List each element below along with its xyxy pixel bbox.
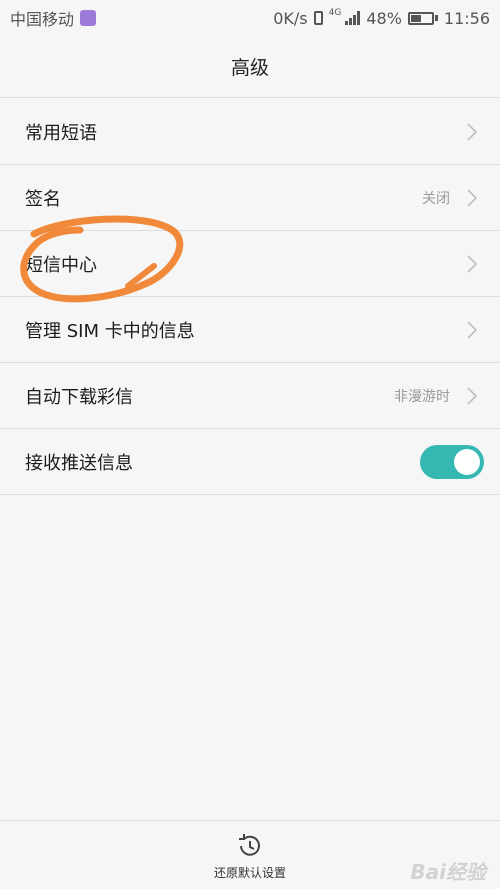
setting-label: 常用短语 [25,122,97,144]
setting-auto-download-mms[interactable]: 自动下载彩信 非漫游时 [0,363,500,429]
setting-label: 签名 [25,188,61,210]
restore-defaults-label: 还原默认设置 [213,866,286,880]
setting-value: 关闭 [422,190,450,207]
setting-label: 自动下载彩信 [25,386,133,408]
vibrate-icon [313,11,323,25]
clock: 11:56 [443,8,490,28]
chevron-right-icon [467,254,478,273]
chevron-right-icon [467,386,478,405]
chevron-right-icon [467,188,478,207]
battery-percent: 48% [366,8,402,28]
setting-signature[interactable]: 签名 关闭 [0,165,500,231]
setting-label: 管理 SIM 卡中的信息 [25,320,195,342]
setting-common-phrases[interactable]: 常用短语 [0,99,500,165]
status-left: 中国移动 [10,6,97,30]
carrier-label: 中国移动 [10,10,75,29]
setting-value: 非漫游时 [394,388,450,405]
chevron-right-icon [467,320,478,339]
chevron-right-icon [467,122,478,141]
setting-manage-sim-messages[interactable]: 管理 SIM 卡中的信息 [0,297,500,363]
battery-fill [410,14,422,22]
network-speed: 0K/s [273,8,308,28]
settings-list: 常用短语 签名 关闭 短信中心 管理 SIM 卡中的信息 自动下载彩信 非漫游时… [0,99,500,495]
setting-label: 短信中心 [25,254,97,276]
watermark: Bai经验 [410,860,486,884]
restore-defaults-button[interactable]: 还原默认设置 [214,821,286,881]
setting-sms-center[interactable]: 短信中心 [0,231,500,297]
app-notification-icon [80,10,97,26]
status-right: 0K/s 4G 48% 11:56 [273,8,490,28]
history-icon [238,834,260,856]
setting-receive-push-messages: 接收推送信息 [0,429,500,495]
battery-icon [407,11,438,25]
signal-icon [345,11,361,25]
setting-label: 接收推送信息 [25,452,133,474]
status-bar: 中国移动 0K/s 4G 48% 11:56 [0,0,500,36]
push-messages-toggle[interactable] [420,444,484,479]
title-bar: 高级 [0,36,500,98]
network-type: 4G [328,8,342,18]
toggle-knob [454,448,480,475]
page-title: 高级 [230,57,269,79]
